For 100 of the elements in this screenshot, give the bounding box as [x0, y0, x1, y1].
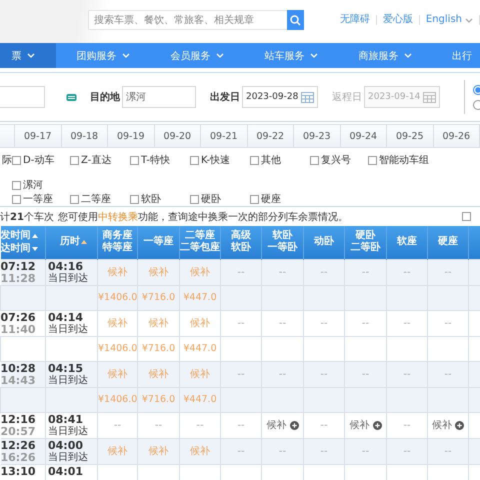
arrival-day-label: 当日到达 [48, 272, 88, 284]
arrival-time: 20:57 [0, 426, 36, 437]
filter-checkbox[interactable]: 软卧 [130, 192, 190, 206]
caret-icon [310, 53, 318, 58]
option-checkbox[interactable] [462, 212, 471, 221]
column-header: 达时间 [0, 242, 30, 255]
destination-field[interactable]: 漯河 [122, 86, 196, 108]
date-field[interactable]: 2023-09-28 [242, 86, 318, 108]
duration: 04:16 [48, 260, 84, 272]
nav-item[interactable]: 票 [0, 43, 56, 68]
date-tab[interactable]: 09-25 [387, 125, 434, 147]
column-header: 软座 [397, 236, 417, 248]
no-seat-text: -- [114, 420, 122, 430]
no-seat-text: -- [362, 368, 370, 380]
swap-icon[interactable] [66, 92, 77, 102]
no-seat-text: -- [237, 420, 245, 430]
no-seat-text: -- [320, 446, 328, 456]
duration: 08:41 [48, 414, 84, 426]
no-seat-text: -- [362, 446, 370, 456]
filter-checkbox[interactable]: 复兴号 [310, 153, 368, 167]
date-tab[interactable]: 09-20 [154, 125, 201, 147]
departure-time: 07:26 [0, 312, 36, 324]
calendar-icon [301, 91, 314, 103]
no-seat-text: -- [154, 420, 162, 430]
column-header: 一等座 [144, 236, 174, 248]
price-text: ¥1406.0 [98, 292, 136, 303]
trip-type-radio[interactable] [473, 84, 480, 94]
filter-checkbox[interactable]: 漯河 [12, 178, 72, 192]
column-header: 发时间 [0, 230, 30, 242]
no-seat-text: -- [403, 266, 411, 278]
filter-checkbox[interactable]: T-特快 [130, 153, 190, 167]
duration: 04:15 [48, 362, 84, 374]
column-header: 二等座 二等包座 [180, 230, 220, 254]
sort-down-icon[interactable] [32, 246, 38, 251]
filter-checkbox[interactable]: 其他 [250, 153, 310, 167]
train-row[interactable]: 13:10 04:01 [0, 464, 480, 480]
caret-icon [216, 53, 224, 58]
sort-up-icon[interactable] [81, 240, 87, 244]
field-label: 返程日 [332, 90, 362, 104]
price-text: ¥716.0 [142, 343, 176, 354]
date-tab[interactable]: 09-21 [201, 125, 248, 147]
arrival-time: 16:26 [0, 452, 36, 463]
transfer-notice: 您可使用中转换乘功能，查询途中换乘一次的部分列车余票情况。 [58, 210, 348, 224]
field-label: 出发日 [210, 90, 240, 104]
filter-label[interactable]: 际 [0, 153, 12, 167]
column-header: 高级 软卧 [231, 230, 251, 254]
arrival-day-label: 当日到达 [48, 324, 88, 335]
price-text: ¥716.0 [142, 394, 176, 405]
no-seat-text: -- [320, 266, 328, 278]
column-header: 商务座 特等座 [102, 230, 132, 254]
date-tab[interactable]: 09-22 [248, 125, 294, 147]
price-text: ¥447.0 [183, 292, 217, 303]
no-seat-text: -- [278, 368, 286, 380]
plus-icon [372, 420, 382, 430]
search-button[interactable] [286, 10, 304, 30]
price-text: ¥447.0 [183, 343, 217, 354]
filter-checkbox[interactable]: K-快速 [190, 153, 250, 167]
caret-icon [26, 53, 34, 58]
no-seat-text: -- [444, 318, 452, 328]
calendar-icon [423, 91, 436, 103]
price-text: ¥1406.0 [98, 394, 136, 405]
filter-checkbox[interactable]: 智能动车组 [368, 153, 428, 167]
date-tab[interactable]: 09-18 [62, 125, 108, 147]
price-text: ¥447.0 [183, 394, 217, 405]
date-tab[interactable]: 09-26 [434, 125, 480, 147]
train-count-text: 计21个车次 [0, 210, 55, 224]
filter-checkbox[interactable]: 二等座 [70, 192, 130, 206]
trip-type-radio[interactable] [473, 100, 480, 110]
arrival-time: 11:28 [0, 272, 36, 284]
train-row[interactable]: 12:16 20:57 08:41 当日到达 -- -- -- -- 候补 -- 候补 -- 候补 [0, 412, 480, 438]
caret-icon [465, 18, 473, 22]
filter-checkbox[interactable]: D-动车 [12, 153, 70, 167]
filter-checkbox[interactable]: 硬座 [250, 192, 310, 206]
no-seat-text: -- [403, 318, 411, 328]
date-tab[interactable]: 09-17 [15, 125, 62, 147]
no-seat-text: -- [362, 318, 370, 328]
date-tab[interactable]: 09-19 [108, 125, 154, 147]
search-field[interactable]: 搜索车票、餐饮、常旅客、相关规章 [88, 10, 287, 30]
date-tab[interactable]: 09-23 [294, 125, 340, 147]
filter-checkbox[interactable]: 硬卧 [190, 192, 250, 206]
duration: 04:14 [48, 312, 84, 324]
filter-checkbox[interactable]: Z-直达 [70, 153, 130, 167]
price-text: ¥1406.0 [98, 343, 136, 354]
no-seat-text: -- [403, 420, 411, 430]
field-label: 目的地 [90, 90, 120, 104]
plus-icon [455, 420, 464, 430]
sort-up-icon[interactable] [32, 234, 38, 238]
no-seat-text: -- [362, 266, 370, 278]
arrival-time: 11:40 [0, 324, 36, 335]
plus-icon [290, 420, 298, 430]
column-header: 软卧 一等卧 [268, 230, 298, 254]
no-seat-text: -- [237, 368, 245, 380]
no-seat-text: -- [237, 446, 245, 456]
arrival-time: 14:43 [0, 374, 36, 386]
no-seat-text: -- [403, 368, 411, 380]
date-tab[interactable]: 09-24 [340, 125, 387, 147]
departure-time: 12:26 [0, 440, 36, 452]
no-seat-text: -- [444, 266, 452, 278]
duration: 04:00 [48, 440, 84, 452]
filter-checkbox[interactable]: 一等座 [12, 192, 70, 206]
